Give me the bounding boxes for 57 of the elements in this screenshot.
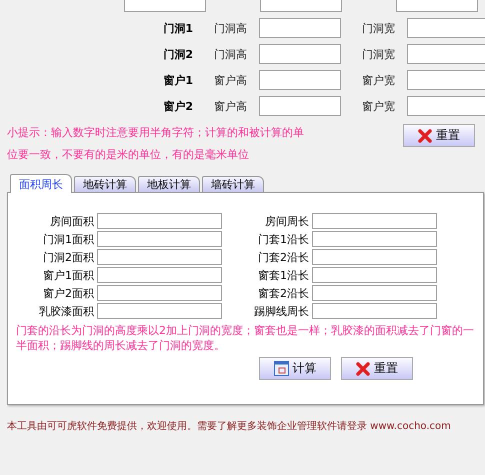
field-label: 窗户宽 — [361, 72, 396, 88]
note-text: 门套的沿长为门洞的高度乘以2加上门洞的宽度；窗套也是一样；乳胶漆的面积减去了门窗的一半面积；踢脚线的周长减去了门洞的宽度。 — [15, 323, 475, 353]
calculator-window-icon — [274, 361, 288, 376]
field-label: 门洞宽 — [361, 46, 396, 62]
input-field[interactable] — [312, 249, 437, 265]
field-label: 窗户宽 — [361, 98, 396, 114]
input-field[interactable] — [97, 267, 222, 283]
input-field[interactable] — [259, 44, 341, 64]
tab[interactable]: 墙砖计算 — [202, 176, 264, 193]
field-label: 乳胶漆面积 — [38, 304, 95, 318]
input-field[interactable] — [259, 18, 341, 38]
input-field[interactable] — [407, 96, 485, 116]
hint-text: 小提示：输入数字时注意要用半角字符；计算的和被计算的单位要一致，不要有的是米的单位，有的是毫米单位 — [7, 125, 305, 163]
close-x-icon — [356, 362, 370, 376]
field-label: 门洞1面积 — [42, 232, 95, 246]
field-label: 门洞高 — [213, 20, 248, 36]
input-field[interactable] — [97, 303, 222, 319]
row-label: 窗户2 — [162, 98, 193, 114]
input-field[interactable] — [97, 285, 222, 301]
field-label: 窗户高 — [213, 72, 248, 88]
input-field[interactable] — [312, 213, 437, 229]
row-label: 门洞2 — [162, 46, 193, 62]
row-label: 门洞1 — [162, 20, 193, 36]
input-field[interactable] — [97, 213, 222, 229]
field-label: 门洞高 — [213, 46, 248, 62]
input-field[interactable] — [407, 18, 485, 38]
field-label: 窗套1沿长 — [257, 268, 310, 282]
input-field[interactable] — [259, 70, 341, 90]
footer-text: 本工具由可可虎软件免费提供，欢迎使用。需要了解更多装饰企业管理软件请登录 www.cocho.com — [6, 420, 452, 433]
input-field[interactable] — [259, 96, 341, 116]
field-label: 门洞宽 — [361, 20, 396, 36]
input-field[interactable] — [312, 231, 437, 247]
field-label: 房间周长 — [264, 214, 310, 228]
field-label: 窗套2沿长 — [257, 286, 310, 300]
input-field[interactable] — [407, 70, 485, 90]
close-x-icon — [418, 128, 432, 142]
field-label: 门洞2面积 — [42, 250, 95, 264]
field-label: 窗户1面积 — [42, 268, 95, 282]
tab[interactable]: 地砖计算 — [74, 176, 136, 193]
input-field[interactable] — [312, 303, 437, 319]
field-label: 踢脚线周长 — [253, 304, 310, 318]
input-field[interactable] — [97, 231, 222, 247]
calculate-button[interactable]: 计算 — [259, 357, 331, 380]
input-field[interactable] — [97, 249, 222, 265]
input-field[interactable] — [312, 285, 437, 301]
field-label: 门套1沿长 — [257, 232, 310, 246]
row-label: 窗户1 — [162, 72, 193, 88]
input-field[interactable] — [312, 267, 437, 283]
field-label: 窗户2面积 — [42, 286, 95, 300]
reset-button[interactable]: 重置 — [341, 357, 413, 380]
field-label: 门套2沿长 — [257, 250, 310, 264]
reset-button[interactable]: 重置 — [403, 124, 475, 147]
tab[interactable]: 面积周长 — [10, 174, 72, 193]
field-label: 房间面积 — [49, 214, 95, 228]
tab[interactable]: 地板计算 — [138, 176, 200, 193]
input-field[interactable] — [407, 44, 485, 64]
field-label: 窗户高 — [213, 98, 248, 114]
